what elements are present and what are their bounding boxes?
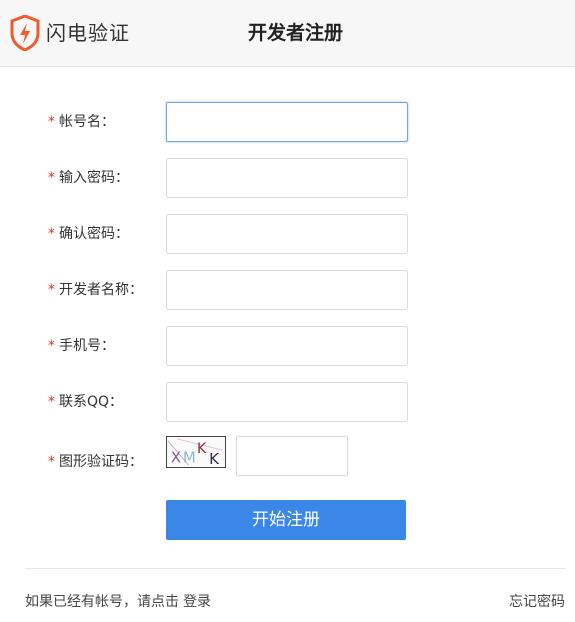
phone-label: * 手机号： — [48, 338, 115, 354]
confirm-password-label: * 确认密码： — [48, 226, 129, 242]
account-input[interactable] — [166, 102, 408, 142]
required-mark: * — [48, 454, 55, 470]
app-header: 闪电验证 开发者注册 — [0, 0, 575, 67]
field-row-qq: * 联系QQ： — [0, 382, 575, 422]
field-row-developer-name: * 开发者名称： — [0, 270, 575, 310]
svg-text:K: K — [209, 450, 220, 468]
required-mark: * — [48, 338, 55, 354]
login-prompt-text: 如果已经有帐号，请点击 — [25, 594, 179, 610]
field-row-confirm-password: * 确认密码： — [0, 214, 575, 254]
svg-text:K: K — [197, 441, 207, 457]
qq-input[interactable] — [166, 382, 408, 422]
required-mark: * — [48, 226, 55, 242]
phone-input[interactable] — [166, 326, 408, 366]
field-row-password: * 输入密码： — [0, 158, 575, 198]
field-row-captcha: * 图形验证码： X M K K — [0, 436, 575, 476]
password-label: * 输入密码： — [48, 170, 129, 186]
svg-text:X: X — [171, 448, 181, 466]
required-mark: * — [48, 394, 55, 410]
login-link[interactable]: 登录 — [183, 594, 211, 610]
forgot-password-link[interactable]: 忘记密码 — [509, 592, 565, 612]
confirm-password-input[interactable] — [166, 214, 408, 254]
captcha-input[interactable] — [236, 436, 348, 476]
footer-divider — [25, 568, 565, 569]
developer-name-label: * 开发者名称： — [48, 282, 143, 298]
required-mark: * — [48, 170, 55, 186]
password-input[interactable] — [166, 158, 408, 198]
page-title: 开发者注册 — [247, 22, 343, 44]
field-row-phone: * 手机号： — [0, 326, 575, 366]
captcha-image[interactable]: X M K K — [166, 436, 226, 468]
field-row-account: * 帐号名： — [0, 102, 575, 142]
captcha-label: * 图形验证码： — [48, 454, 143, 470]
qq-label: * 联系QQ： — [48, 394, 124, 410]
svg-text:M: M — [183, 448, 196, 466]
required-mark: * — [48, 282, 55, 298]
login-prompt: 如果已经有帐号，请点击 登录 — [25, 592, 211, 612]
required-mark: * — [48, 114, 55, 130]
developer-name-input[interactable] — [166, 270, 408, 310]
account-label: * 帐号名： — [48, 114, 115, 130]
register-button[interactable]: 开始注册 — [166, 500, 406, 540]
